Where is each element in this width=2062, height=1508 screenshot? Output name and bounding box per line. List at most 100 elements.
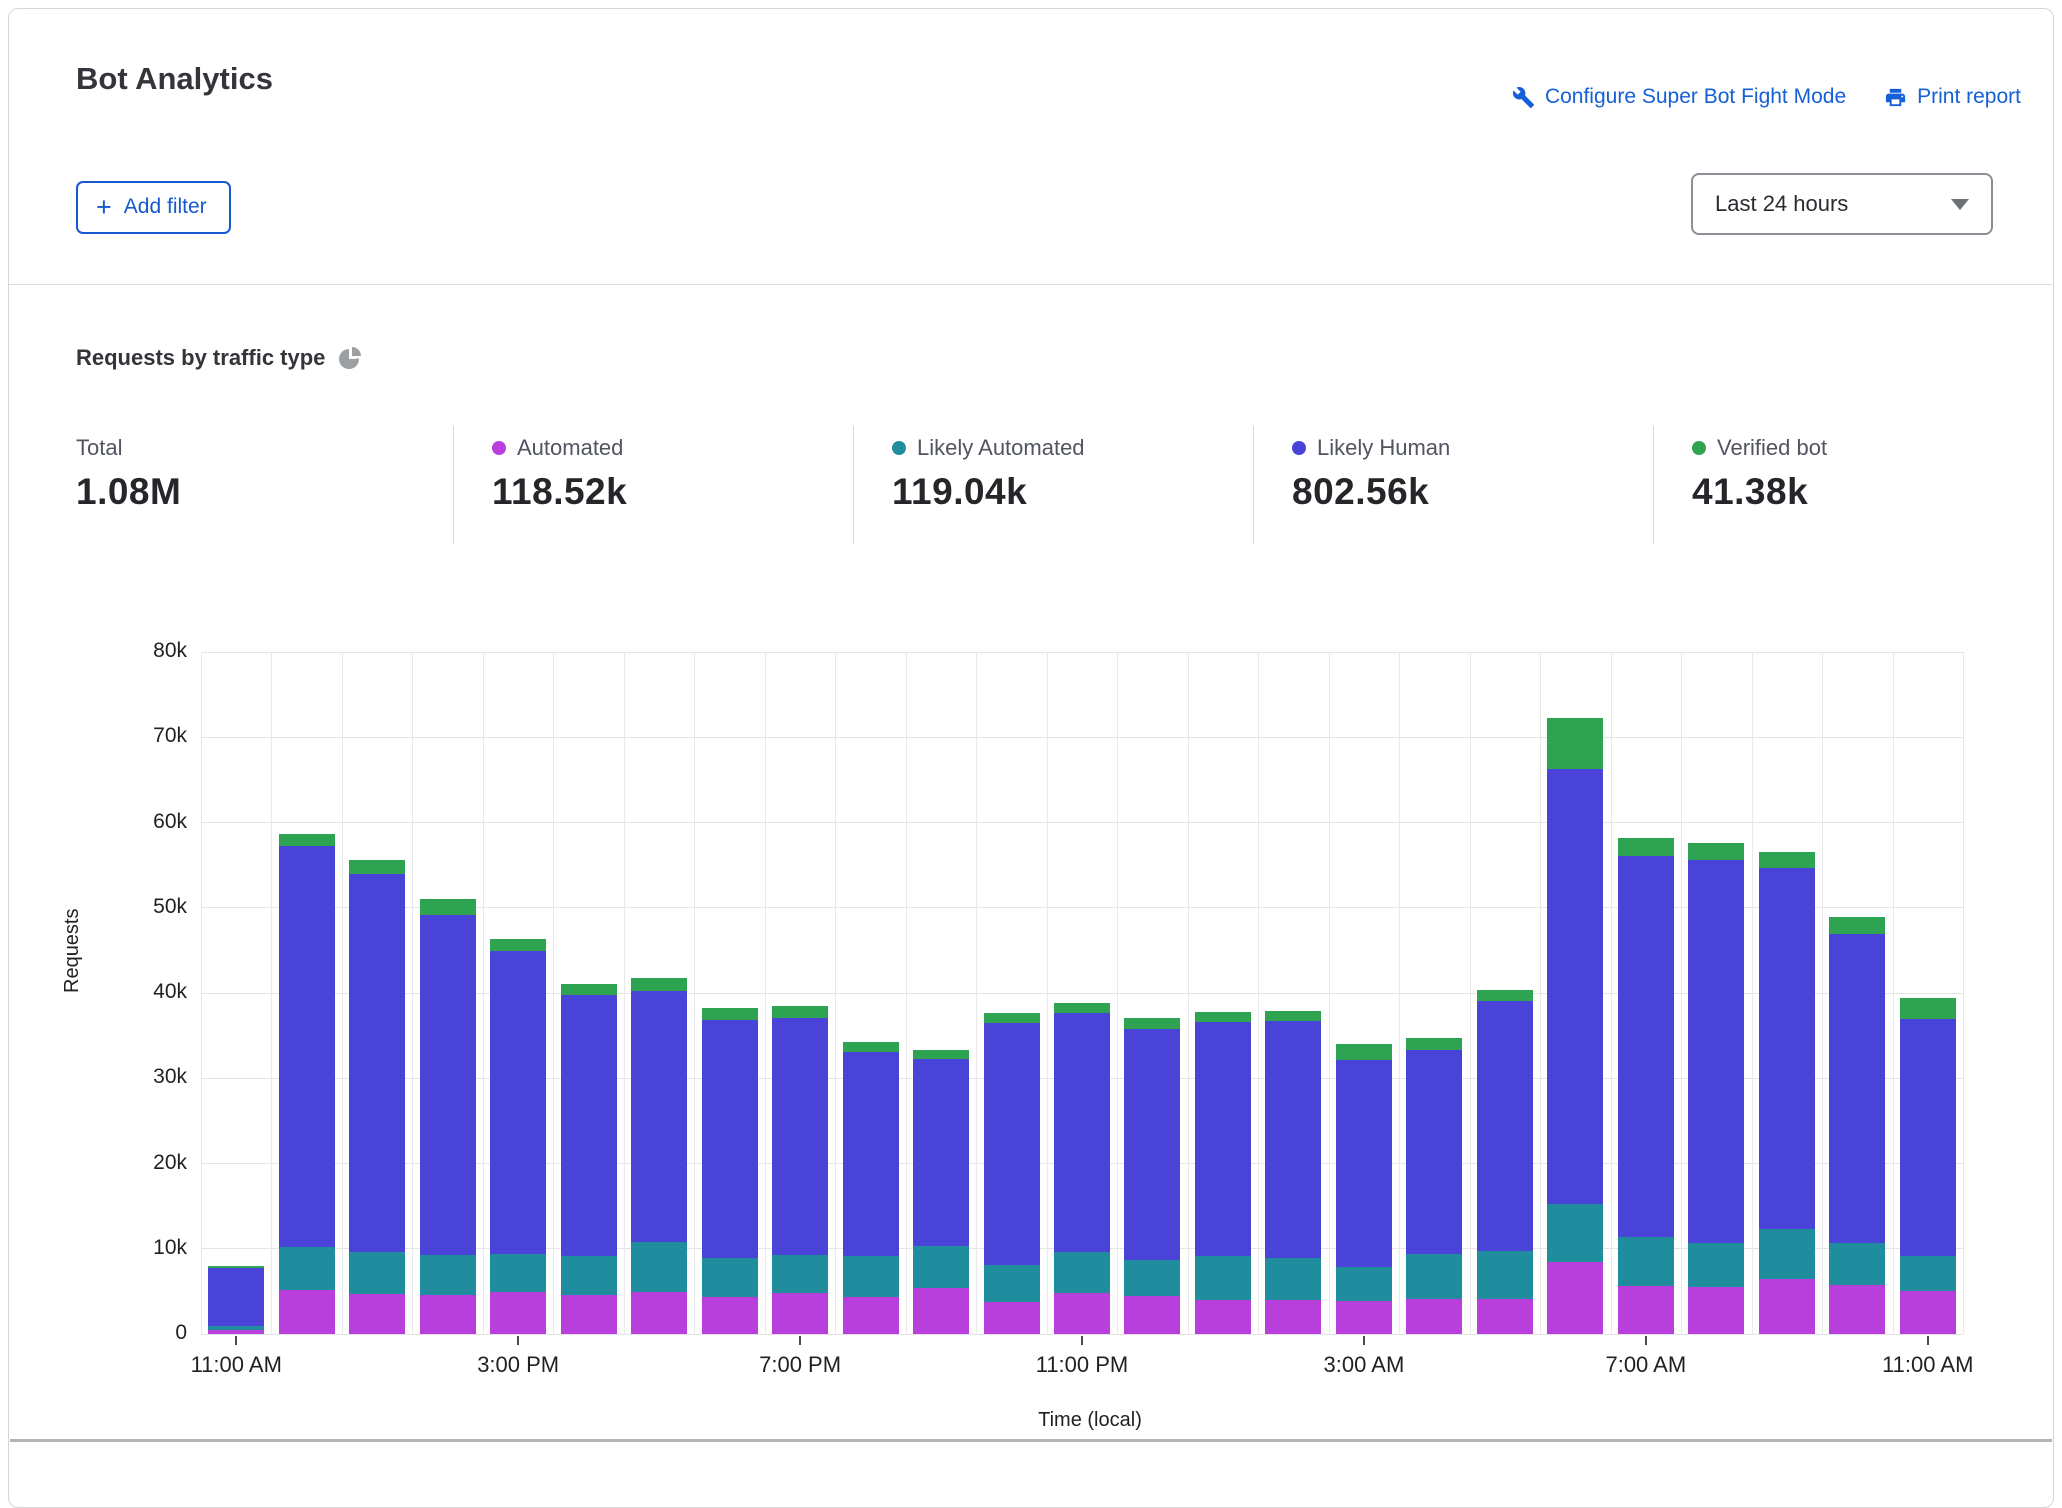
stat-likely-automated[interactable]: Likely Automated 119.04k [892,434,1085,513]
bar-11-00-pm[interactable] [1054,652,1110,1334]
bar-8-00-pm[interactable] [842,652,899,1334]
gridline-v [1540,652,1542,1334]
gridline-v [1187,652,1189,1334]
bar-3-00-pm[interactable] [490,652,547,1334]
segment-likely-human [913,1058,970,1247]
segment-verified-bot [701,1008,758,1021]
bar-7-00-am[interactable] [1617,652,1674,1334]
x-tick-mark [1081,1336,1083,1345]
segment-likely-human [1617,855,1674,1237]
segment-likely-human [1476,1000,1533,1252]
bar-2-00-am[interactable] [1265,652,1322,1334]
bar-6-00-am[interactable] [1547,652,1604,1334]
segment-likely-automated [983,1264,1040,1302]
gridline-v [1681,652,1683,1334]
gridline-v [1822,652,1824,1334]
stat-label: Verified bot [1717,435,1828,460]
segment-likely-human [1335,1059,1392,1267]
segment-automated [913,1287,970,1334]
segment-automated [842,1296,899,1334]
traffic-type-stats: Total 1.08M Automated 118.52k Likely Automat… [9,426,2055,551]
segment-automated [983,1301,1040,1334]
gridline-v [1117,652,1119,1334]
bar-3-00-am[interactable] [1335,652,1392,1334]
y-tick-label: 20k [153,1150,187,1174]
bar-1-00-pm[interactable] [349,652,406,1334]
segment-automated [1688,1287,1745,1334]
bar-4-00-am[interactable] [1406,652,1463,1334]
configure-link-label: Configure Super Bot Fight Mode [1544,85,1847,108]
stat-label: Total [76,435,123,460]
y-tick-label: 30k [153,1065,187,1089]
segment-likely-human [983,1022,1040,1265]
segment-automated [701,1296,758,1334]
segment-verified-bot [278,834,335,847]
segment-likely-automated [842,1255,899,1297]
time-range-value: Last 24 hours [1715,191,1849,216]
segment-likely-automated [1124,1259,1181,1296]
x-tick-label: 11:00 AM [1882,1352,1974,1377]
segment-likely-automated [1829,1242,1886,1285]
wrench-icon [1512,86,1535,109]
bar-9-00-am[interactable] [1758,652,1815,1334]
bar-11-00-am[interactable] [1899,652,1956,1334]
bar-9-00-pm[interactable] [913,652,970,1334]
x-tick-label: 11:00 PM [1035,1352,1129,1377]
bar-12-00-am[interactable] [1124,652,1181,1334]
stat-label: Likely Automated [917,435,1085,460]
gridline-v [1046,652,1048,1334]
bar-5-00-am[interactable] [1476,652,1533,1334]
segment-likely-human [560,994,617,1256]
segment-likely-automated [1899,1256,1956,1292]
legend-dot [1292,441,1306,455]
segment-likely-automated [1688,1242,1745,1288]
segment-automated [208,1329,265,1334]
bar-10-00-am[interactable] [1829,652,1886,1334]
segment-verified-bot [772,1005,829,1018]
segment-verified-bot [560,983,617,995]
stat-divider [1653,426,1654,544]
add-filter-button[interactable]: + Add filter [76,181,231,234]
x-axis-title: Time (local) [1038,1409,1142,1431]
stat-value: 41.38k [1692,471,1809,512]
bar-8-00-am[interactable] [1688,652,1745,1334]
segment-verified-bot [1758,851,1815,868]
gridline-v [341,652,343,1334]
segment-automated [1899,1291,1956,1334]
stat-verified-bot[interactable]: Verified bot 41.38k [1692,434,1827,513]
bar-1-00-am[interactable] [1194,652,1251,1334]
bar-12-00-pm[interactable] [278,652,335,1334]
print-report-link[interactable]: Print report [1884,85,2021,109]
segment-automated [631,1292,688,1334]
segment-verified-bot [913,1050,970,1059]
segment-likely-human [1054,1012,1110,1253]
bar-2-00-pm[interactable] [419,652,476,1334]
y-tick-label: 50k [153,894,187,918]
x-tick-label: 7:00 PM [759,1352,842,1377]
x-tick-label: 3:00 AM [1323,1352,1405,1377]
x-tick-mark [799,1336,802,1345]
time-range-select[interactable]: Last 24 hours [1691,173,1993,235]
bar-7-00-pm[interactable] [772,652,829,1334]
stat-divider [853,426,854,544]
segment-verified-bot [1899,998,1956,1019]
segment-verified-bot [1124,1017,1181,1029]
segment-automated [1124,1295,1181,1334]
segment-likely-human [1758,867,1815,1230]
configure-super-bot-fight-mode-link[interactable]: Configure Super Bot Fight Mode [1512,85,1846,109]
bar-5-00-pm[interactable] [631,652,688,1334]
header-divider [9,284,2053,285]
segment-automated [1406,1299,1463,1334]
segment-likely-human [1406,1050,1463,1254]
bar-11-00-am[interactable] [208,652,265,1334]
gridline-v [412,652,414,1334]
stat-automated[interactable]: Automated 118.52k [492,434,627,513]
stat-likely-human[interactable]: Likely Human 802.56k [1292,434,1450,513]
segment-likely-human [1899,1018,1956,1257]
bar-6-00-pm[interactable] [701,652,758,1334]
segment-likely-automated [1476,1251,1533,1300]
bar-4-00-pm[interactable] [560,652,617,1334]
add-filter-label: Add filter [123,195,207,218]
bar-10-00-pm[interactable] [983,652,1040,1334]
stat-value: 118.52k [492,471,628,512]
